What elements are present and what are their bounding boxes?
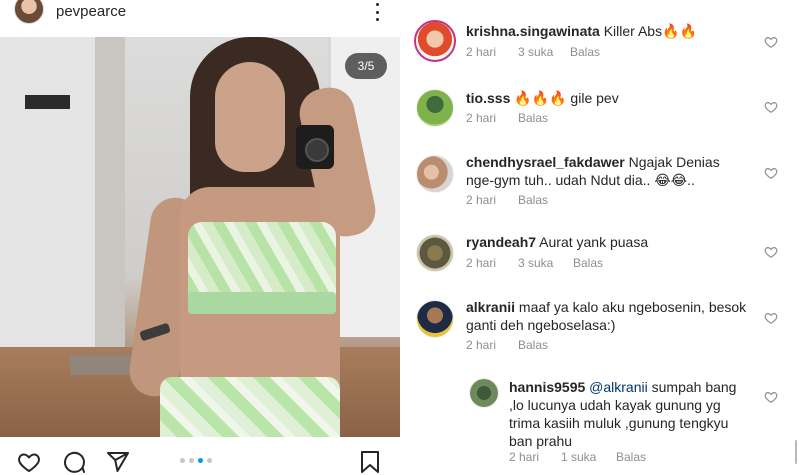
carousel-dot bbox=[207, 458, 212, 463]
share-icon[interactable] bbox=[105, 450, 131, 474]
bookmark-icon[interactable] bbox=[359, 450, 381, 474]
carousel-dots bbox=[180, 458, 212, 463]
comments-list: krishna.singawinata Killer Abs🔥🔥 2 hari … bbox=[401, 0, 800, 475]
comment-time[interactable]: 2 hari bbox=[509, 450, 561, 464]
heart-icon[interactable] bbox=[764, 245, 778, 259]
reply-button[interactable]: Balas bbox=[570, 45, 600, 59]
comment-likes[interactable]: 3 suka bbox=[518, 45, 570, 59]
more-icon[interactable] bbox=[370, 2, 384, 22]
comment-username[interactable]: chendhysrael_fakdawer bbox=[466, 154, 625, 170]
avatar[interactable] bbox=[416, 300, 454, 338]
comment-likes[interactable]: 3 suka bbox=[518, 256, 573, 270]
comment-text: Killer Abs🔥🔥 bbox=[603, 23, 697, 39]
comment-time[interactable]: 2 hari bbox=[466, 193, 518, 207]
comment-username[interactable]: alkranii bbox=[466, 299, 515, 315]
avatar[interactable] bbox=[414, 20, 456, 62]
comment-icon[interactable] bbox=[61, 450, 87, 474]
comment-text: Aurat yank puasa bbox=[539, 234, 649, 250]
comment-username[interactable]: hannis9595 bbox=[509, 379, 585, 395]
scrollbar[interactable] bbox=[795, 440, 797, 464]
comment-username[interactable]: ryandeah7 bbox=[466, 234, 536, 250]
reply-button[interactable]: Balas bbox=[518, 111, 548, 125]
comment-time[interactable]: 2 hari bbox=[466, 111, 518, 125]
avatar[interactable] bbox=[416, 155, 454, 193]
avatar[interactable] bbox=[469, 378, 499, 408]
action-bar bbox=[0, 438, 400, 475]
comment-username[interactable]: krishna.singawinata bbox=[466, 23, 600, 39]
heart-icon[interactable] bbox=[764, 35, 778, 49]
heart-icon[interactable] bbox=[16, 450, 42, 474]
post-photo[interactable]: 3/5 bbox=[0, 37, 400, 437]
mention-link[interactable]: @alkranii bbox=[589, 379, 648, 395]
comment-likes[interactable]: 1 suka bbox=[561, 450, 616, 464]
reply-button[interactable]: Balas bbox=[518, 338, 548, 352]
avatar[interactable] bbox=[416, 234, 454, 272]
post-username[interactable]: pevpearce bbox=[56, 3, 126, 20]
carousel-dot bbox=[189, 458, 194, 463]
carousel-dot bbox=[180, 458, 185, 463]
carousel-dot bbox=[198, 458, 203, 463]
comment-time[interactable]: 2 hari bbox=[466, 256, 518, 270]
heart-icon[interactable] bbox=[764, 311, 778, 325]
avatar[interactable] bbox=[14, 0, 44, 24]
comment-text: 🔥🔥🔥 gile pev bbox=[514, 90, 619, 106]
comment-username[interactable]: tio.sss bbox=[466, 90, 510, 106]
carousel-counter: 3/5 bbox=[345, 53, 387, 79]
heart-icon[interactable] bbox=[764, 100, 778, 114]
post-header: pevpearce bbox=[0, 0, 400, 36]
comment-time[interactable]: 2 hari bbox=[466, 338, 518, 352]
reply-button[interactable]: Balas bbox=[518, 193, 548, 207]
heart-icon[interactable] bbox=[764, 390, 778, 404]
reply-button[interactable]: Balas bbox=[573, 256, 603, 270]
comment-time[interactable]: 2 hari bbox=[466, 45, 518, 59]
avatar[interactable] bbox=[416, 89, 454, 127]
reply-button[interactable]: Balas bbox=[616, 450, 646, 464]
heart-icon[interactable] bbox=[764, 166, 778, 180]
